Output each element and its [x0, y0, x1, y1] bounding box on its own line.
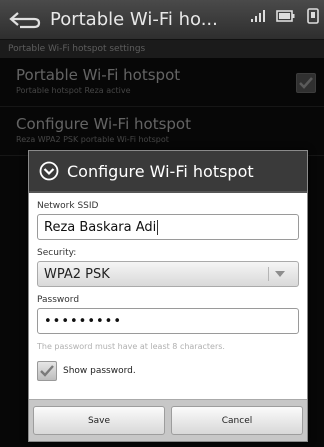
- signal-icon: [251, 10, 265, 22]
- dialog-title-bar: Configure Wi-Fi hotspot: [29, 151, 307, 193]
- password-value: •••••••••: [44, 313, 123, 329]
- password-label: Password: [37, 295, 80, 305]
- action-bar: Portable Wi-Fi ho...: [0, 0, 324, 40]
- cancel-button[interactable]: Cancel: [171, 406, 303, 435]
- security-value: WPA2 PSK: [44, 266, 110, 282]
- ssid-field[interactable]: Reza Baskara Adi: [37, 214, 299, 240]
- dialog-title: Configure Wi-Fi hotspot: [67, 161, 254, 181]
- usb-icon: [307, 8, 319, 24]
- ssid-value: Reza Baskara Adi: [44, 219, 157, 235]
- back-arrow-icon: [9, 11, 41, 28]
- ssid-label: Network SSID: [37, 201, 99, 211]
- password-field[interactable]: •••••••••: [37, 308, 299, 334]
- dropdown-arrow-icon: [268, 267, 285, 281]
- dialog-body: Network SSID Reza Baskara Adi Security: …: [29, 193, 307, 381]
- page-title: Portable Wi-Fi ho...: [50, 9, 218, 30]
- save-button[interactable]: Save: [33, 406, 165, 435]
- password-note: The password must have at least 8 charac…: [37, 342, 225, 351]
- text-cursor: [157, 219, 159, 235]
- show-password-checkbox[interactable]: [37, 361, 57, 381]
- show-password-label: Show password.: [63, 366, 136, 376]
- dialog-button-bar: Save Cancel: [29, 399, 307, 441]
- back-button[interactable]: [0, 0, 50, 40]
- status-icons: [250, 8, 320, 24]
- security-select[interactable]: WPA2 PSK: [37, 261, 299, 287]
- chevron-circle-icon: [39, 161, 59, 181]
- security-label: Security:: [37, 248, 77, 258]
- checkmark-icon: [40, 365, 54, 377]
- battery-icon: [276, 10, 295, 22]
- show-password-row[interactable]: Show password.: [37, 361, 299, 381]
- configure-hotspot-dialog: Configure Wi-Fi hotspot Network SSID Rez…: [28, 150, 308, 442]
